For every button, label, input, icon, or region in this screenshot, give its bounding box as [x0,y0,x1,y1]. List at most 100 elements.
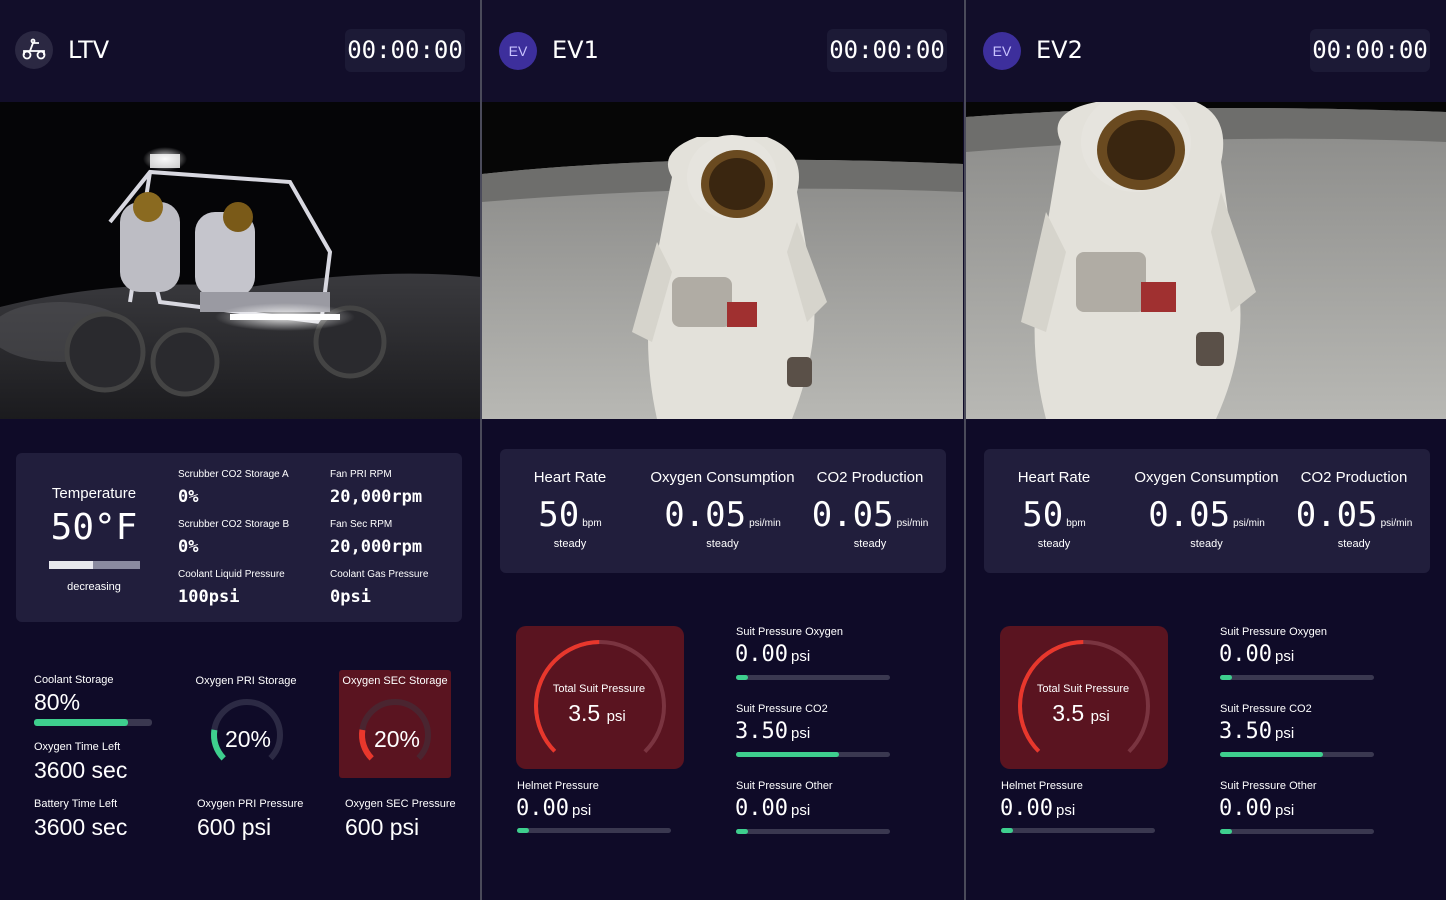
pressure-label: Suit Pressure Oxygen [1220,626,1327,638]
ev-badge: EV [499,32,537,70]
helmet-pressure-bar [1001,828,1155,833]
ev2-vitals-card: Heart Rate 50 bpm steady Oxygen Consumpti… [984,449,1430,573]
oxygen-sec-pressure-value: 600 psi [345,814,420,840]
metric-value: 100psi [178,587,240,607]
rover-icon [15,31,53,69]
ev1-panel: EV EV1 00:00:00 Heart Rate 50 bpm steady … [482,0,963,900]
helmet-pressure-value: 0.00 psi [516,796,592,821]
coolant-storage-label: Coolant Storage [34,674,114,686]
metric-label: Fan Sec RPM [330,519,393,530]
oxygen-time-left-value: 3600 sec [34,757,128,783]
oxygen-pri-pressure-value: 600 psi [197,814,272,840]
pressure-value: 0.00 psi [735,642,811,667]
temperature-trend: decreasing [67,581,121,593]
oxygen-time-left-label: Oxygen Time Left [34,741,121,753]
pressure-bar [1220,752,1374,757]
vital-trend: steady [706,538,739,550]
ltv-header: LTV 00:00:00 [0,0,481,102]
pressure-label: Suit Pressure Other [1220,780,1317,792]
battery-time-left-label: Battery Time Left [34,798,118,810]
vital-trend: steady [553,538,587,550]
vital-value: 0.05 psi/min [811,495,929,535]
metric-label: Scrubber CO2 Storage A [178,469,289,480]
ev2-camera-feed [966,102,1446,419]
metric-value: 20,000rpm [330,487,423,507]
ev1-vitals-card: Heart Rate 50 bpm steady Oxygen Consumpti… [500,449,946,573]
total-suit-pressure-label: Total Suit Pressure [1036,683,1130,695]
vital-label: CO2 Production [816,469,924,486]
metric-value: 20,000rpm [330,537,423,557]
total-suit-pressure-card: Total Suit Pressure 3.5 psi [516,626,684,769]
oxygen-pri-pressure-label: Oxygen PRI Pressure [197,798,304,810]
pressure-value: 0.00 psi [1219,642,1295,667]
coolant-storage-value: 80% [34,689,81,715]
helmet-pressure-label: Helmet Pressure [1001,780,1083,792]
pressure-value: 3.50 psi [1219,719,1295,744]
pressure-value: 0.00 psi [735,796,811,821]
vital-label: Heart Rate [533,469,607,486]
ltv-camera-feed [0,102,481,419]
vital-value: 50 bpm [538,495,602,535]
oxygen-sec-storage-label: Oxygen SEC Storage [342,675,448,687]
pressure-value: 0.00 psi [1219,796,1295,821]
vital-label: CO2 Production [1300,469,1408,486]
coolant-storage-bar [34,719,152,726]
temperature-label: Temperature [51,485,137,502]
vital-value: 0.05 psi/min [1148,495,1265,535]
metric-label: Coolant Liquid Pressure [178,569,285,580]
pressure-bar [736,829,890,834]
total-suit-pressure-card: Total Suit Pressure 3.5 psi [1000,626,1168,769]
helmet-pressure-bar [517,828,671,833]
panel-title: LTV [68,36,110,64]
pressure-bar [736,752,890,757]
vital-trend: steady [1337,538,1371,550]
vital-trend: steady [1190,538,1223,550]
vital-trend: steady [1037,538,1071,550]
temperature-value: 50°F [50,507,138,548]
mission-timer: 00:00:00 [1310,29,1430,72]
ev-badge: EV [983,32,1021,70]
oxygen-pri-storage-value: 20% [224,726,272,752]
helmet-pressure-label: Helmet Pressure [517,780,599,792]
pressure-bar [1220,675,1374,680]
total-suit-pressure-value: 3.5 psi [1052,700,1110,726]
total-suit-pressure-label: Total Suit Pressure [552,683,646,695]
pressure-bar [736,675,890,680]
metric-value: 0% [178,487,199,507]
oxygen-sec-pressure-label: Oxygen SEC Pressure [345,798,456,810]
metric-label: Fan PRI RPM [330,469,392,480]
panel-title: EV1 [552,36,599,64]
metric-label: Scrubber CO2 Storage B [178,519,290,530]
total-suit-pressure-value: 3.5 psi [568,700,626,726]
oxygen-sec-storage-value: 20% [373,726,421,752]
oxygen-pri-storage-label: Oxygen PRI Storage [195,675,297,687]
vital-value: 0.05 psi/min [664,495,781,535]
metric-value: 0psi [330,587,371,607]
ltv-panel: LTV 00:00:00 Temperature 50°F decreasing… [0,0,481,900]
pressure-label: Suit Pressure Oxygen [736,626,843,638]
vital-label: Heart Rate [1017,469,1091,486]
vital-label: Oxygen Consumption [650,469,795,486]
ev2-panel: EV EV2 00:00:00 Heart Rate 50 bpm steady … [966,0,1446,900]
ev2-header: EV EV2 00:00:00 [966,0,1446,102]
vital-label: Oxygen Consumption [1134,469,1279,486]
vital-value: 50 bpm [1022,495,1086,535]
metric-label: Coolant Gas Pressure [330,569,429,580]
vital-trend: steady [853,538,887,550]
panel-title: EV2 [1036,36,1083,64]
ltv-status-card: Temperature 50°F decreasing Scrubber CO2… [16,453,462,622]
ev1-camera-feed [482,102,963,419]
pressure-label: Suit Pressure Other [736,780,833,792]
pressure-bar [1220,829,1374,834]
battery-time-left-value: 3600 sec [34,814,128,840]
ev1-header: EV EV1 00:00:00 [482,0,963,102]
oxygen-sec-storage-alert-card: Oxygen SEC Storage 20% [339,670,451,778]
vital-value: 0.05 psi/min [1295,495,1413,535]
helmet-pressure-value: 0.00 psi [1000,796,1076,821]
pressure-label: Suit Pressure CO2 [736,703,828,715]
temperature-bar [49,561,140,569]
mission-timer: 00:00:00 [827,29,947,72]
mission-timer: 00:00:00 [345,29,465,72]
pressure-value: 3.50 psi [735,719,811,744]
pressure-label: Suit Pressure CO2 [1220,703,1312,715]
